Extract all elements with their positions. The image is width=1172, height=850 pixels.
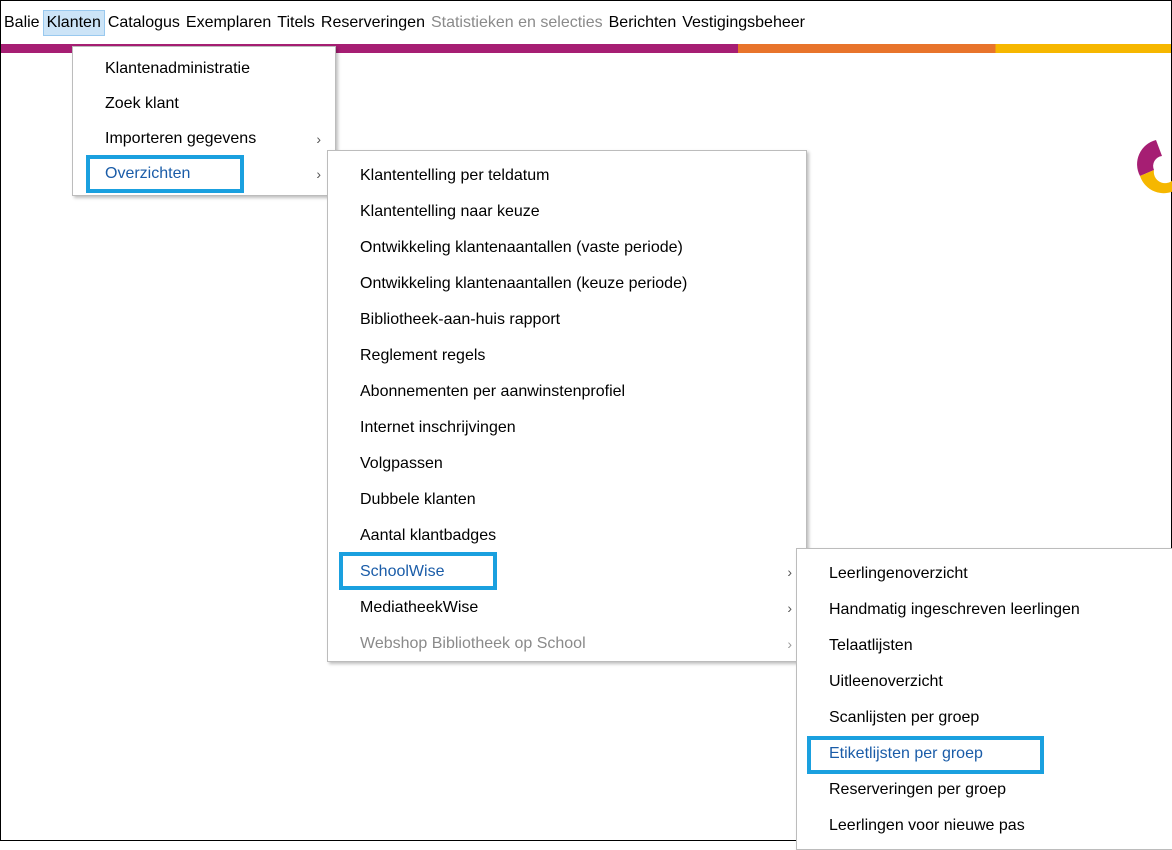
menu-item-klantenadministratie[interactable]: Klantenadministratie (73, 51, 335, 87)
menu-item-scanlijsten[interactable]: Scanlijsten per groep (797, 700, 1172, 736)
menu-reserveringen[interactable]: Reserveringen (318, 10, 428, 36)
menu-item-reglement-regels[interactable]: Reglement regels (328, 338, 806, 374)
menu-item-label: Reserveringen per groep (829, 781, 1006, 798)
menu-item-handmatig-ingeschreven[interactable]: Handmatig ingeschreven leerlingen (797, 592, 1172, 628)
menu-item-label: Leerlingen voor nieuwe pas (829, 817, 1025, 834)
menu-statistieken[interactable]: Statistieken en selecties (428, 10, 606, 36)
menu-item-dubbele-klanten[interactable]: Dubbele klanten (328, 482, 806, 518)
highlight-overzichten (86, 155, 244, 193)
menu-item-label: Abonnementen per aanwinstenprofiel (360, 383, 626, 400)
menu-item-label: Bibliotheek-aan-huis rapport (360, 311, 561, 328)
menu-klanten[interactable]: Klanten (42, 10, 105, 36)
chevron-right-icon: › (787, 636, 792, 652)
menu-titels[interactable]: Titels (274, 10, 318, 36)
menu-bar: Balie Klanten Catalogus Exemplaren Titel… (1, 1, 1171, 41)
menu-catalogus[interactable]: Catalogus (105, 10, 183, 36)
menu-vestigingsbeheer[interactable]: Vestigingsbeheer (679, 10, 808, 36)
menu-item-label: MediatheekWise (360, 599, 479, 616)
schoolwise-menu: Leerlingenoverzicht Handmatig ingeschrev… (796, 548, 1172, 850)
menu-item-ontwikkeling-keuze[interactable]: Ontwikkeling klantenaantallen (keuze per… (328, 266, 806, 302)
menu-item-label: Volgpassen (360, 455, 443, 472)
menu-item-label: Dubbele klanten (360, 491, 476, 508)
menu-item-label: Importeren gegevens (105, 130, 257, 147)
menu-item-label: Klantenadministratie (105, 60, 250, 77)
menu-item-zoek-klant[interactable]: Zoek klant (73, 86, 335, 122)
menu-item-klantentelling-keuze[interactable]: Klantentelling naar keuze (328, 194, 806, 230)
menu-item-label: Uitleenoverzicht (829, 673, 943, 690)
menu-item-aantal-klantbadges[interactable]: Aantal klantbadges (328, 518, 806, 554)
menu-item-label: Ontwikkeling klantenaantallen (vaste per… (360, 239, 683, 256)
menu-item-mediatheekwise[interactable]: MediatheekWise › (328, 590, 806, 626)
menu-item-label: Zoek klant (105, 95, 179, 112)
chevron-right-icon: › (316, 166, 321, 182)
menu-item-ontwikkeling-vaste[interactable]: Ontwikkeling klantenaantallen (vaste per… (328, 230, 806, 266)
menu-item-klantentelling-teldatum[interactable]: Klantentelling per teldatum (328, 158, 806, 194)
chevron-right-icon: › (787, 564, 792, 580)
chevron-right-icon: › (787, 600, 792, 616)
menu-item-label: Reglement regels (360, 347, 486, 364)
menu-item-telaatlijsten[interactable]: Telaatlijsten (797, 628, 1172, 664)
chevron-right-icon: › (316, 131, 321, 147)
menu-item-reserveringen-per-groep[interactable]: Reserveringen per groep (797, 772, 1172, 808)
menu-item-webshop[interactable]: Webshop Bibliotheek op School › (328, 626, 806, 662)
highlight-etiketlijsten (807, 736, 1044, 774)
menu-item-importeren-gegevens[interactable]: Importeren gegevens › (73, 121, 335, 157)
menu-exemplaren[interactable]: Exemplaren (183, 10, 274, 36)
menu-item-internet-inschrijvingen[interactable]: Internet inschrijvingen (328, 410, 806, 446)
menu-item-abonnementen[interactable]: Abonnementen per aanwinstenprofiel (328, 374, 806, 410)
menu-item-label: Internet inschrijvingen (360, 419, 516, 436)
menu-item-label: Telaatlijsten (829, 637, 913, 654)
menu-item-label: Leerlingenoverzicht (829, 565, 968, 582)
brand-logo-icon (1137, 140, 1172, 194)
menu-item-label: Webshop Bibliotheek op School (360, 635, 586, 652)
menu-item-bibliotheek-aan-huis[interactable]: Bibliotheek-aan-huis rapport (328, 302, 806, 338)
menu-item-label: Klantentelling per teldatum (360, 167, 550, 184)
menu-berichten[interactable]: Berichten (606, 10, 680, 36)
menu-item-leerlingen-nieuwe-pas[interactable]: Leerlingen voor nieuwe pas (797, 808, 1172, 844)
menu-item-uitleenoverzicht[interactable]: Uitleenoverzicht (797, 664, 1172, 700)
menu-item-label: Handmatig ingeschreven leerlingen (829, 601, 1080, 618)
highlight-schoolwise (339, 552, 497, 590)
menu-item-leerlingenoverzicht[interactable]: Leerlingenoverzicht (797, 556, 1172, 592)
menu-balie[interactable]: Balie (1, 10, 43, 36)
menu-item-label: Aantal klantbadges (360, 527, 497, 544)
menu-item-label: Ontwikkeling klantenaantallen (keuze per… (360, 275, 688, 292)
menu-item-label: Scanlijsten per groep (829, 709, 980, 726)
menu-item-volgpassen[interactable]: Volgpassen (328, 446, 806, 482)
menu-item-label: Klantentelling naar keuze (360, 203, 540, 220)
